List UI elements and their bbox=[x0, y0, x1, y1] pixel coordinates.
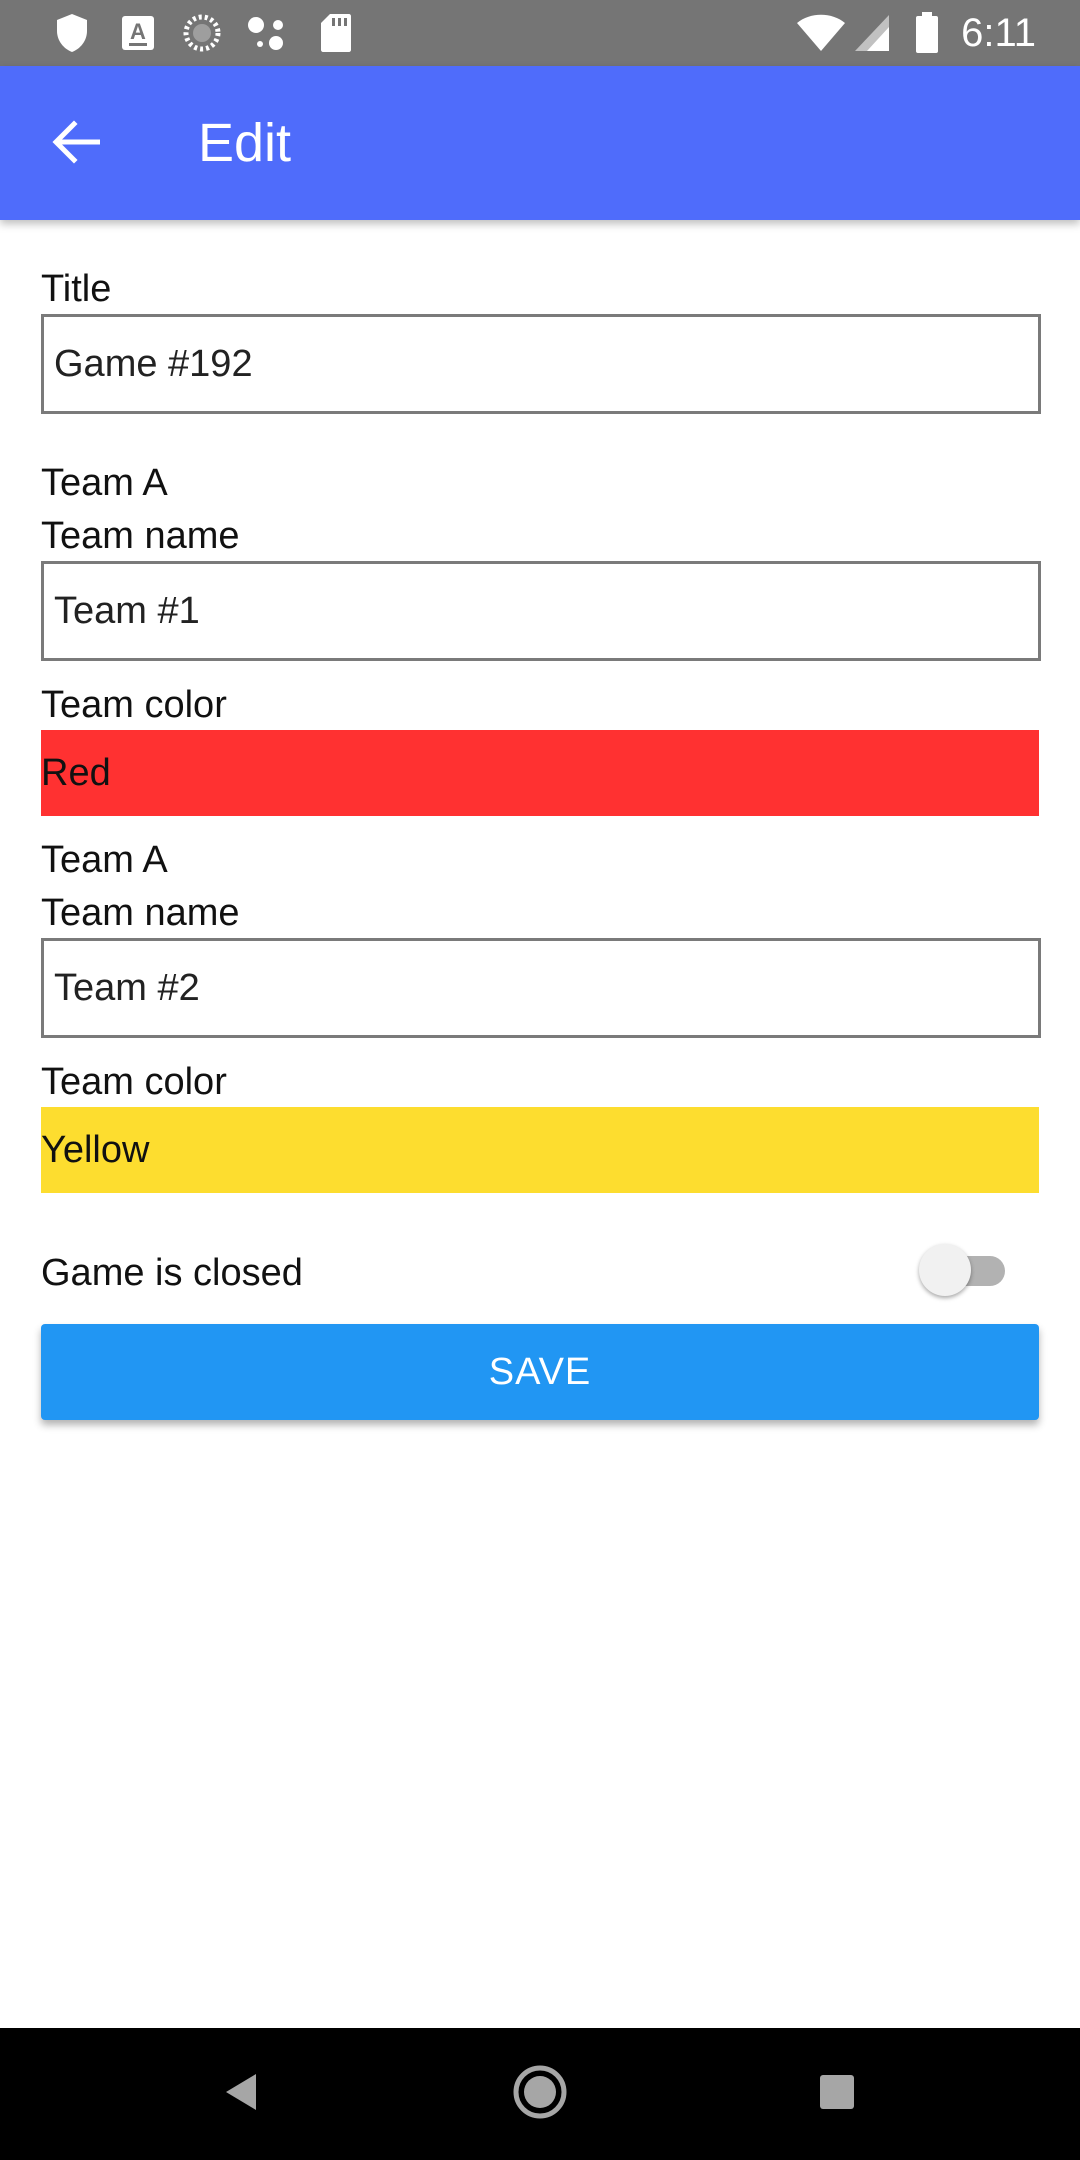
switch-thumb bbox=[919, 1244, 971, 1296]
title-field-box bbox=[41, 314, 1041, 414]
team-b-color-label: Team color bbox=[41, 1061, 227, 1103]
system-nav-bar bbox=[0, 2028, 1080, 2160]
team-b-heading: Team A bbox=[41, 839, 168, 881]
team-a-color-picker[interactable]: Red bbox=[41, 730, 1039, 816]
back-button[interactable] bbox=[36, 108, 116, 180]
title-label: Title bbox=[41, 268, 112, 310]
page-title: Edit bbox=[198, 113, 292, 173]
team-a-name-input[interactable] bbox=[44, 564, 1038, 658]
status-bar: A 6:11 bbox=[0, 0, 1080, 66]
team-a-color-value: Red bbox=[41, 751, 111, 794]
keyboard-a-icon: A bbox=[120, 13, 156, 53]
svg-text:A: A bbox=[130, 19, 146, 44]
battery-icon bbox=[912, 12, 942, 53]
signal-icon bbox=[852, 13, 892, 53]
team-a-name-label: Team name bbox=[41, 515, 240, 557]
title-input[interactable] bbox=[44, 317, 1038, 411]
home-circle-icon bbox=[512, 2064, 568, 2125]
app-bar: Edit bbox=[0, 66, 1080, 220]
team-b-color-picker[interactable]: Yellow bbox=[41, 1107, 1039, 1193]
back-triangle-icon bbox=[222, 2071, 262, 2118]
shield-icon bbox=[52, 13, 92, 53]
team-b-color-value: Yellow bbox=[41, 1128, 150, 1171]
recents-square-icon bbox=[818, 2073, 856, 2116]
loading-spinner-icon bbox=[182, 13, 222, 53]
nav-home-button[interactable] bbox=[500, 2054, 580, 2134]
save-button[interactable]: SAVE bbox=[41, 1324, 1039, 1420]
arrow-back-icon bbox=[52, 119, 101, 169]
team-b-name-label: Team name bbox=[41, 892, 240, 934]
status-time: 6:11 bbox=[961, 11, 1036, 55]
wifi-icon bbox=[796, 13, 846, 53]
sd-card-icon bbox=[318, 13, 354, 53]
assistant-dots-icon bbox=[246, 13, 290, 53]
team-a-name-field-box bbox=[41, 561, 1041, 661]
edit-game-screen: A 6:11 Edit Title Game #192 Team A Team … bbox=[0, 0, 1080, 2160]
game-closed-row: Game is closed bbox=[41, 1234, 1039, 1304]
team-b-name-field-box bbox=[41, 938, 1041, 1038]
game-closed-label: Game is closed bbox=[41, 1252, 303, 1294]
game-closed-switch[interactable] bbox=[919, 1242, 1009, 1298]
team-a-color-label: Team color bbox=[41, 684, 227, 726]
nav-recents-button[interactable] bbox=[797, 2054, 877, 2134]
nav-back-button[interactable] bbox=[202, 2054, 282, 2134]
team-a-heading: Team A bbox=[41, 462, 168, 504]
team-b-name-input[interactable] bbox=[44, 941, 1038, 1035]
